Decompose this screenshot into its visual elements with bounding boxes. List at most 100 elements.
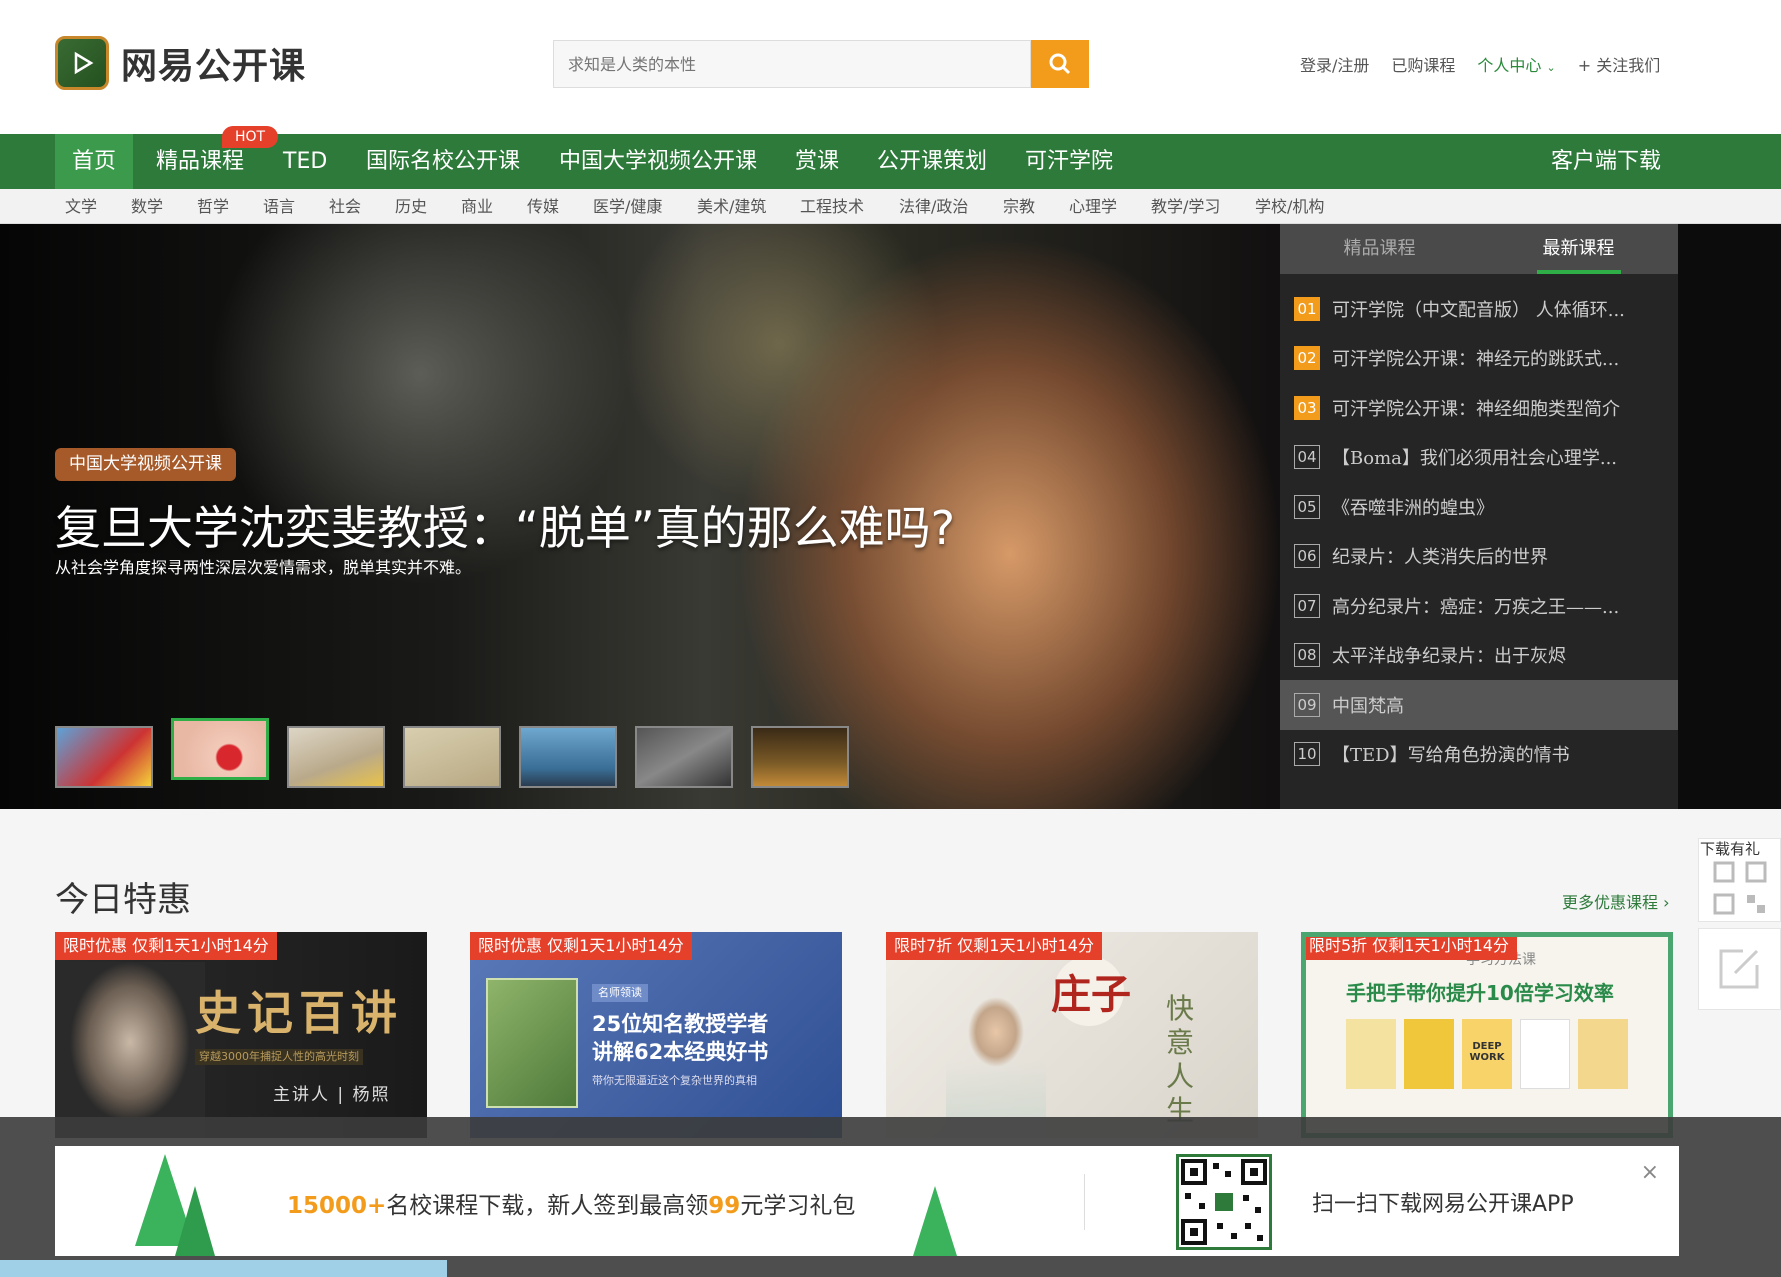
category-item[interactable]: 数学: [131, 189, 163, 224]
ranking-item[interactable]: 08 太平洋战争纪录片：出于灰烬: [1280, 631, 1678, 681]
book-cover: [1404, 1019, 1454, 1089]
ranking-item[interactable]: 09 中国梵高: [1280, 680, 1678, 730]
category-item[interactable]: 宗教: [1003, 189, 1035, 224]
ranking-item[interactable]: 04 【Boma】我们必须用社会心理学...: [1280, 433, 1678, 483]
rank-title: 太平洋战争纪录片：出于灰烬: [1332, 646, 1566, 668]
qr-code-icon: [1713, 861, 1767, 915]
nav-shangke[interactable]: 赏课: [778, 134, 856, 189]
course-card[interactable]: 庄子 快意人生 限时7折 仅剩1天1小时14分: [886, 932, 1258, 1138]
rank-title: 《吞噬非洲的蝗虫》: [1332, 497, 1494, 519]
category-item[interactable]: 文学: [65, 189, 97, 224]
tab-latest[interactable]: 最新课程: [1479, 224, 1678, 274]
ranking-item[interactable]: 02 可汗学院公开课：神经元的跳跃式...: [1280, 334, 1678, 384]
nav-client-download[interactable]: 客户端下载: [1551, 134, 1661, 189]
banner-thumb[interactable]: [751, 726, 849, 788]
course-card[interactable]: 学习方法课 手把手带你提升10倍学习效率 DEEP WORK 限时5折 仅剩1天…: [1301, 932, 1673, 1138]
banner-thumb[interactable]: [519, 726, 617, 788]
rank-number: 05: [1294, 494, 1320, 519]
rank-number: 09: [1294, 692, 1320, 717]
feedback-widget[interactable]: [1698, 928, 1781, 1010]
rank-title: 【Boma】我们必须用社会心理学...: [1332, 448, 1618, 470]
rank-number: 02: [1294, 346, 1320, 371]
personal-center-link[interactable]: 个人中心 ⌄: [1477, 52, 1555, 76]
banner-thumb[interactable]: [403, 726, 501, 788]
follow-label: 关注我们: [1596, 56, 1661, 75]
nav-planning[interactable]: 公开课策划: [860, 134, 1004, 189]
category-item[interactable]: 学校/机构: [1255, 189, 1324, 224]
lecturer-photo: [55, 962, 205, 1138]
banner-thumb[interactable]: [171, 718, 269, 780]
rank-number: 04: [1294, 445, 1320, 470]
rank-title: 可汗学院（中文配音版） 人体循环...: [1332, 299, 1625, 321]
logo[interactable]: 网易公开课: [55, 36, 306, 90]
nav-home[interactable]: 首页: [55, 134, 134, 189]
edit-icon: [1719, 949, 1759, 989]
ranking-item[interactable]: 05 《吞噬非洲的蝗虫》: [1280, 482, 1678, 532]
banner-title[interactable]: 复旦大学沈奕斐教授：“脱单”真的那么难吗?: [55, 492, 955, 558]
rank-title: 【TED】写给角色扮演的情书: [1332, 745, 1570, 767]
scan-download-text: 扫一扫下载网易公开课APP: [1312, 1192, 1574, 1217]
category-item[interactable]: 传媒: [527, 189, 559, 224]
top-links: 登录/注册 已购课程 个人中心 ⌄ + 关注我们: [1300, 52, 1660, 76]
ranking-item[interactable]: 10 【TED】写给角色扮演的情书: [1280, 730, 1678, 780]
category-nav: 文学 数学 哲学 语言 社会 历史 商业 传媒 医学/健康 美术/建筑 工程技术…: [0, 189, 1781, 224]
category-item[interactable]: 美术/建筑: [697, 189, 766, 224]
category-item[interactable]: 法律/政治: [899, 189, 968, 224]
rank-title: 中国梵高: [1332, 695, 1404, 717]
banner-thumb[interactable]: [287, 726, 385, 788]
category-item[interactable]: 语言: [263, 189, 295, 224]
course-card[interactable]: 史记百讲 穿越3000年捕捉人性的高光时刻 主讲人 | 杨照 限时优惠 仅剩1天…: [55, 932, 427, 1138]
banner-tag: 中国大学视频公开课: [55, 448, 236, 481]
purchased-link[interactable]: 已购课程: [1391, 52, 1455, 76]
ranking-list: 01 可汗学院（中文配音版） 人体循环... 02 可汗学院公开课：神经元的跳跃式.…: [1280, 274, 1678, 779]
deal-badge: 限时优惠 仅剩1天1小时14分: [55, 932, 277, 960]
search-button[interactable]: [1031, 40, 1089, 88]
nav-chinese-univ[interactable]: 中国大学视频公开课: [542, 134, 774, 189]
login-link[interactable]: 登录/注册: [1300, 52, 1369, 76]
divider: [1084, 1174, 1085, 1230]
course-ranking-panel: 精品课程 最新课程 01 可汗学院（中文配音版） 人体循环... 02 可汗学院公开…: [1280, 224, 1678, 809]
ranking-item[interactable]: 01 可汗学院（中文配音版） 人体循环...: [1280, 284, 1678, 334]
nav-international[interactable]: 国际名校公开课: [349, 134, 537, 189]
download-gift-label: 下载有礼: [1700, 840, 1761, 858]
header: 网易公开课 登录/注册 已购课程 个人中心 ⌄ + 关注我们: [0, 0, 1781, 134]
promo-text-1: 名校课程下载，新人签到最高领: [386, 1193, 709, 1219]
category-item[interactable]: 医学/健康: [593, 189, 662, 224]
rank-title: 可汗学院公开课：神经元的跳跃式...: [1332, 349, 1620, 371]
close-icon[interactable]: ×: [1641, 1160, 1659, 1185]
more-deals-link[interactable]: 更多优惠课程 ›: [1562, 889, 1670, 913]
category-item[interactable]: 工程技术: [800, 189, 864, 224]
category-item[interactable]: 教学/学习: [1151, 189, 1220, 224]
category-item[interactable]: 历史: [395, 189, 427, 224]
app-download-bar: 15000+名校课程下载，新人签到最高领99元学习礼包 扫一扫下载网易公开课AP…: [55, 1146, 1679, 1256]
nav-khan[interactable]: 可汗学院: [1008, 134, 1130, 189]
book-cover: [1346, 1019, 1396, 1089]
rank-title: 高分纪录片：癌症：万疾之王——...: [1332, 596, 1620, 618]
app-qr-code: [1176, 1154, 1272, 1250]
category-item[interactable]: 心理学: [1069, 189, 1117, 224]
ranking-item[interactable]: 03 可汗学院公开课：神经细胞类型简介: [1280, 383, 1678, 433]
plus-icon: +: [1577, 56, 1592, 75]
search-input[interactable]: [553, 40, 1031, 88]
book-cover: DEEP WORK: [1462, 1019, 1512, 1089]
nav-ted[interactable]: TED: [266, 134, 344, 189]
banner-subtitle: 从社会学角度探寻两性深层次爱情需求，脱单其实并不难。: [55, 558, 472, 577]
course-card[interactable]: 名师领读 25位知名教授学者 讲解62本经典好书 带你无限逼近这个复杂世界的真相…: [470, 932, 842, 1138]
personal-center-label: 个人中心: [1477, 56, 1542, 75]
rank-title: 纪录片：人类消失后的世界: [1332, 547, 1548, 569]
category-item[interactable]: 哲学: [197, 189, 229, 224]
banner-thumb[interactable]: [55, 726, 153, 788]
card-line2: 带你无限逼近这个复杂世界的真相: [592, 1074, 757, 1087]
rank-number: 06: [1294, 544, 1320, 569]
category-item[interactable]: 商业: [461, 189, 493, 224]
search-icon: [1049, 53, 1071, 75]
banner-thumb[interactable]: [635, 726, 733, 788]
ranking-item[interactable]: 06 纪录片：人类消失后的世界: [1280, 532, 1678, 582]
card-title: 史记百讲: [195, 986, 403, 1040]
section-title: 今日特惠: [55, 880, 191, 920]
follow-link[interactable]: + 关注我们: [1578, 52, 1661, 76]
ranking-item[interactable]: 07 高分纪录片：癌症：万疾之王——...: [1280, 581, 1678, 631]
category-item[interactable]: 社会: [329, 189, 361, 224]
hero-banner: 中国大学视频公开课 复旦大学沈奕斐教授：“脱单”真的那么难吗? 从社会学角度探寻…: [0, 224, 1781, 809]
tab-premium[interactable]: 精品课程: [1280, 224, 1479, 274]
